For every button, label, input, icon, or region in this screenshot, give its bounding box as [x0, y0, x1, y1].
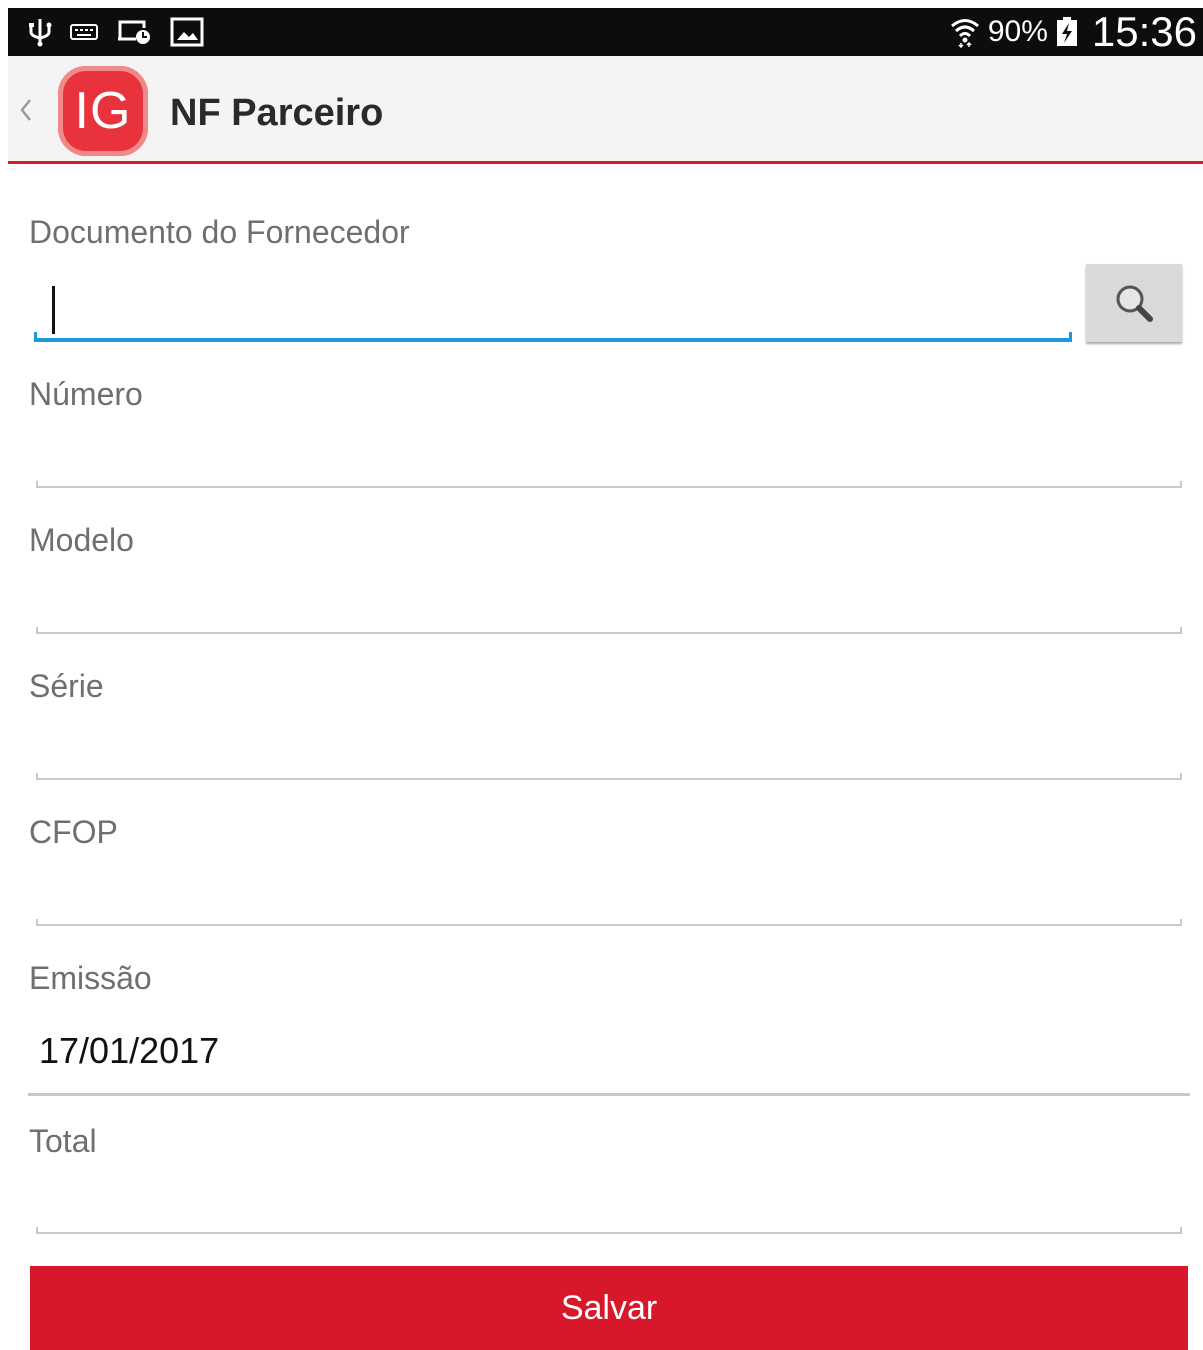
total-input[interactable]	[36, 1227, 1182, 1234]
status-icons-right: 90% 15:36	[950, 8, 1197, 56]
field-label-documento-fornecedor: Documento do Fornecedor	[29, 214, 410, 250]
numero-input[interactable]	[36, 481, 1182, 488]
input-focus-tick-left	[34, 332, 37, 342]
field-label-modelo: Modelo	[29, 522, 134, 558]
cfop-input[interactable]	[36, 919, 1182, 926]
emissao-date-picker[interactable]: 17/01/2017	[39, 1030, 219, 1072]
search-icon	[1116, 285, 1153, 322]
documento-fornecedor-input[interactable]	[34, 270, 1072, 342]
field-label-total: Total	[29, 1123, 97, 1159]
gallery-icon	[170, 17, 204, 47]
field-label-emissao: Emissão	[29, 960, 152, 996]
status-icons-left	[28, 8, 204, 56]
page-title: NF Parceiro	[170, 92, 384, 134]
keyboard-icon	[70, 24, 98, 40]
usb-icon	[28, 17, 52, 47]
search-supplier-button[interactable]	[1086, 264, 1182, 342]
status-bar: 90% 15:36	[8, 8, 1203, 56]
wifi-icon	[950, 16, 980, 48]
back-chevron-icon[interactable]	[14, 92, 36, 128]
clock: 15:36	[1091, 8, 1197, 55]
battery-percentage: 90%	[987, 15, 1048, 48]
app-logo-text: IG	[74, 82, 132, 140]
save-button[interactable]: Salvar	[30, 1266, 1188, 1350]
battery-charging-icon	[1056, 17, 1078, 47]
cast-screen-icon	[116, 18, 152, 46]
modelo-input[interactable]	[36, 627, 1182, 634]
field-label-numero: Número	[29, 376, 143, 412]
field-label-serie: Série	[29, 668, 104, 704]
serie-input[interactable]	[36, 773, 1182, 780]
emissao-divider	[28, 1093, 1190, 1096]
app-logo[interactable]: IG	[58, 66, 148, 156]
input-focus-tick-right	[1069, 332, 1072, 342]
action-bar: IG NF Parceiro	[8, 56, 1203, 164]
field-label-cfop: CFOP	[29, 814, 118, 850]
text-cursor	[52, 286, 55, 334]
